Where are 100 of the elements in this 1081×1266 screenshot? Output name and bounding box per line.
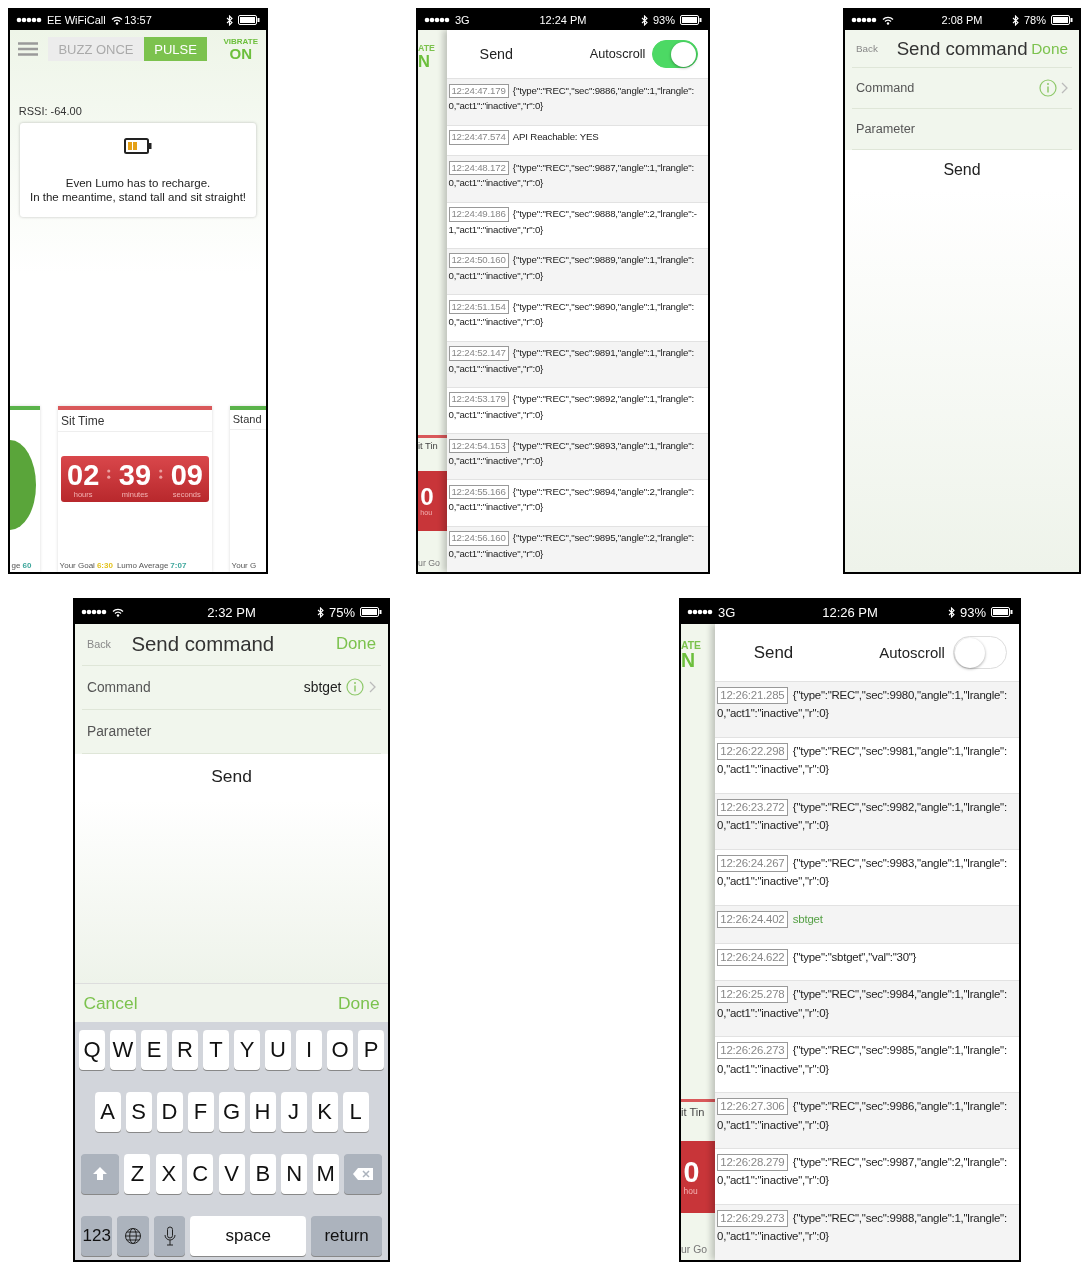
bluetooth-icon: [1011, 14, 1019, 26]
return-key[interactable]: return: [311, 1216, 382, 1256]
key[interactable]: Y: [234, 1030, 260, 1070]
signal-icon: [687, 609, 713, 615]
log-entry: 12:26:23.272 {"type":"REC","sec":9982,"angle":1,"lrangle":0,"act1":"inactive","r":0}: [714, 793, 1019, 850]
field-label: Command: [856, 81, 915, 96]
signal-icon: [16, 17, 42, 23]
bluetooth-icon: [317, 606, 324, 618]
log-entry: 12:24:47.179 {"type":"REC","sec":9886,"angle":1,"lrangle":0,"act1":"inactive","r":0}: [446, 78, 708, 125]
field-label: Command: [87, 679, 151, 695]
log-entry: 12:26:21.285 {"type":"REC","sec":9980,"angle":1,"lrangle":0,"act1":"inactive","r":0}: [714, 681, 1019, 738]
battery-icon: [1051, 15, 1073, 25]
key[interactable]: G: [218, 1092, 245, 1132]
globe-key[interactable]: [117, 1216, 149, 1256]
carrier-label: 3G: [718, 604, 736, 620]
card-title: Sit Time: [58, 410, 212, 433]
key[interactable]: Z: [124, 1154, 151, 1194]
key[interactable]: M: [312, 1154, 339, 1194]
menu-icon[interactable]: [18, 42, 38, 57]
numbers-key[interactable]: 123: [81, 1216, 113, 1256]
space-key[interactable]: space: [190, 1216, 307, 1256]
clock-time: 12:26 PM: [822, 604, 878, 620]
stat-value: 7:07: [170, 560, 187, 570]
timer-value: 09: [170, 461, 203, 491]
key[interactable]: U: [265, 1030, 291, 1070]
stat-label: ur Go: [418, 557, 441, 568]
autoscroll-toggle[interactable]: [952, 635, 1008, 670]
log-entry: 12:24:55.166 {"type":"REC","sec":9894,"angle":2,"lrangle":0,"act1":"inactive","r":0}: [446, 479, 708, 526]
clock-time: 2:32 PM: [207, 604, 256, 620]
stat-label: Your Goal: [59, 560, 95, 570]
log-entry: 12:24:48.172 {"type":"REC","sec":9887,"angle":1,"lrangle":0,"act1":"inactive","r":0}: [446, 155, 708, 202]
log-entry: 12:26:24.402 sbtget: [714, 905, 1019, 943]
screen-title: Send command: [131, 632, 275, 656]
info-icon[interactable]: [1038, 79, 1057, 98]
key[interactable]: K: [311, 1092, 338, 1132]
key[interactable]: P: [358, 1030, 384, 1070]
stat-card[interactable]: Stand Your G: [230, 406, 266, 572]
key[interactable]: S: [125, 1092, 152, 1132]
delete-icon: [352, 1167, 374, 1181]
key[interactable]: N: [281, 1154, 308, 1194]
battery-low-icon: [124, 138, 152, 154]
bluetooth-icon: [226, 14, 233, 26]
key[interactable]: E: [141, 1030, 167, 1070]
key[interactable]: D: [156, 1092, 183, 1132]
vibrate-label: VIBRATE: [223, 37, 258, 47]
rssi-reading: RSSI: -64.00: [18, 105, 83, 118]
carrier-label: 3G: [455, 14, 470, 26]
key[interactable]: J: [280, 1092, 307, 1132]
key[interactable]: I: [296, 1030, 322, 1070]
key[interactable]: T: [203, 1030, 229, 1070]
notice-text: Even Lumo has to recharge. In the meantime, stand tall and sit straight!: [29, 176, 247, 205]
signal-icon: [424, 17, 450, 23]
key[interactable]: C: [187, 1154, 214, 1194]
log-entry: 12:26:25.278 {"type":"REC","sec":9984,"angle":1,"lrangle":0,"act1":"inactive","r":0}: [714, 980, 1019, 1037]
bluetooth-icon: [947, 606, 955, 618]
log-entry: 12:26:29.273 {"type":"REC","sec":9988,"angle":1,"lrangle":0,"act1":"inactive","r":0}: [714, 1204, 1019, 1260]
key[interactable]: W: [110, 1030, 136, 1070]
chevron-icon: [1061, 82, 1068, 95]
log-entry: 12:26:27.306 {"type":"REC","sec":9986,"angle":1,"lrangle":0,"act1":"inactive","r":0}: [714, 1092, 1019, 1149]
key[interactable]: V: [218, 1154, 245, 1194]
autoscroll-toggle[interactable]: [651, 39, 699, 69]
send-button[interactable]: Send: [479, 46, 513, 63]
battery-icon: [680, 15, 702, 25]
info-icon[interactable]: [346, 678, 365, 697]
key[interactable]: H: [249, 1092, 276, 1132]
microphone-icon: [163, 1226, 176, 1246]
battery-percent: 93%: [959, 604, 986, 620]
timer-value: 39: [118, 461, 152, 491]
autoscroll-label: Autoscroll: [589, 47, 646, 62]
stat-label: ur Go: [681, 1243, 708, 1255]
vibrate-value: N: [418, 53, 431, 70]
timer-value: 0: [420, 484, 435, 510]
vibrate-value: N: [681, 650, 696, 671]
key[interactable]: O: [327, 1030, 353, 1070]
shift-key[interactable]: [81, 1154, 119, 1194]
battery-percent: 93%: [652, 14, 675, 26]
globe-icon: [124, 1227, 143, 1245]
key[interactable]: Q: [79, 1030, 105, 1070]
log-entry: 12:24:50.160 {"type":"REC","sec":9889,"angle":1,"lrangle":0,"act1":"inactive","r":0}: [446, 248, 708, 295]
vibrate-label: ATE: [418, 43, 436, 54]
stat-label: ge: [11, 560, 21, 570]
delete-key[interactable]: [344, 1154, 382, 1194]
field-value[interactable]: sbtget: [303, 679, 342, 695]
stat-label: Your G: [231, 560, 257, 570]
carrier-label: EE WiFiCall: [47, 14, 106, 26]
microphone-key[interactable]: [153, 1216, 186, 1256]
timer-unit: hou: [683, 1186, 699, 1197]
send-button[interactable]: Send: [753, 642, 794, 663]
stat-card[interactable]: ge 60: [10, 406, 40, 572]
log-entry: 12:24:56.160 {"type":"REC","sec":9895,"angle":2,"lrangle":0,"act1":"inactive","r":0}: [446, 525, 708, 572]
key[interactable]: A: [94, 1092, 121, 1132]
key[interactable]: X: [155, 1154, 182, 1194]
key[interactable]: R: [172, 1030, 198, 1070]
field-label: Parameter: [856, 121, 915, 136]
key[interactable]: B: [249, 1154, 276, 1194]
key[interactable]: F: [187, 1092, 214, 1132]
log-entry: 12:24:52.147 {"type":"REC","sec":9891,"angle":1,"lrangle":0,"act1":"inactive","r":0}: [446, 340, 708, 387]
bluetooth-icon: [640, 14, 648, 26]
battery-percent: 75%: [329, 604, 355, 620]
key[interactable]: L: [342, 1092, 369, 1132]
